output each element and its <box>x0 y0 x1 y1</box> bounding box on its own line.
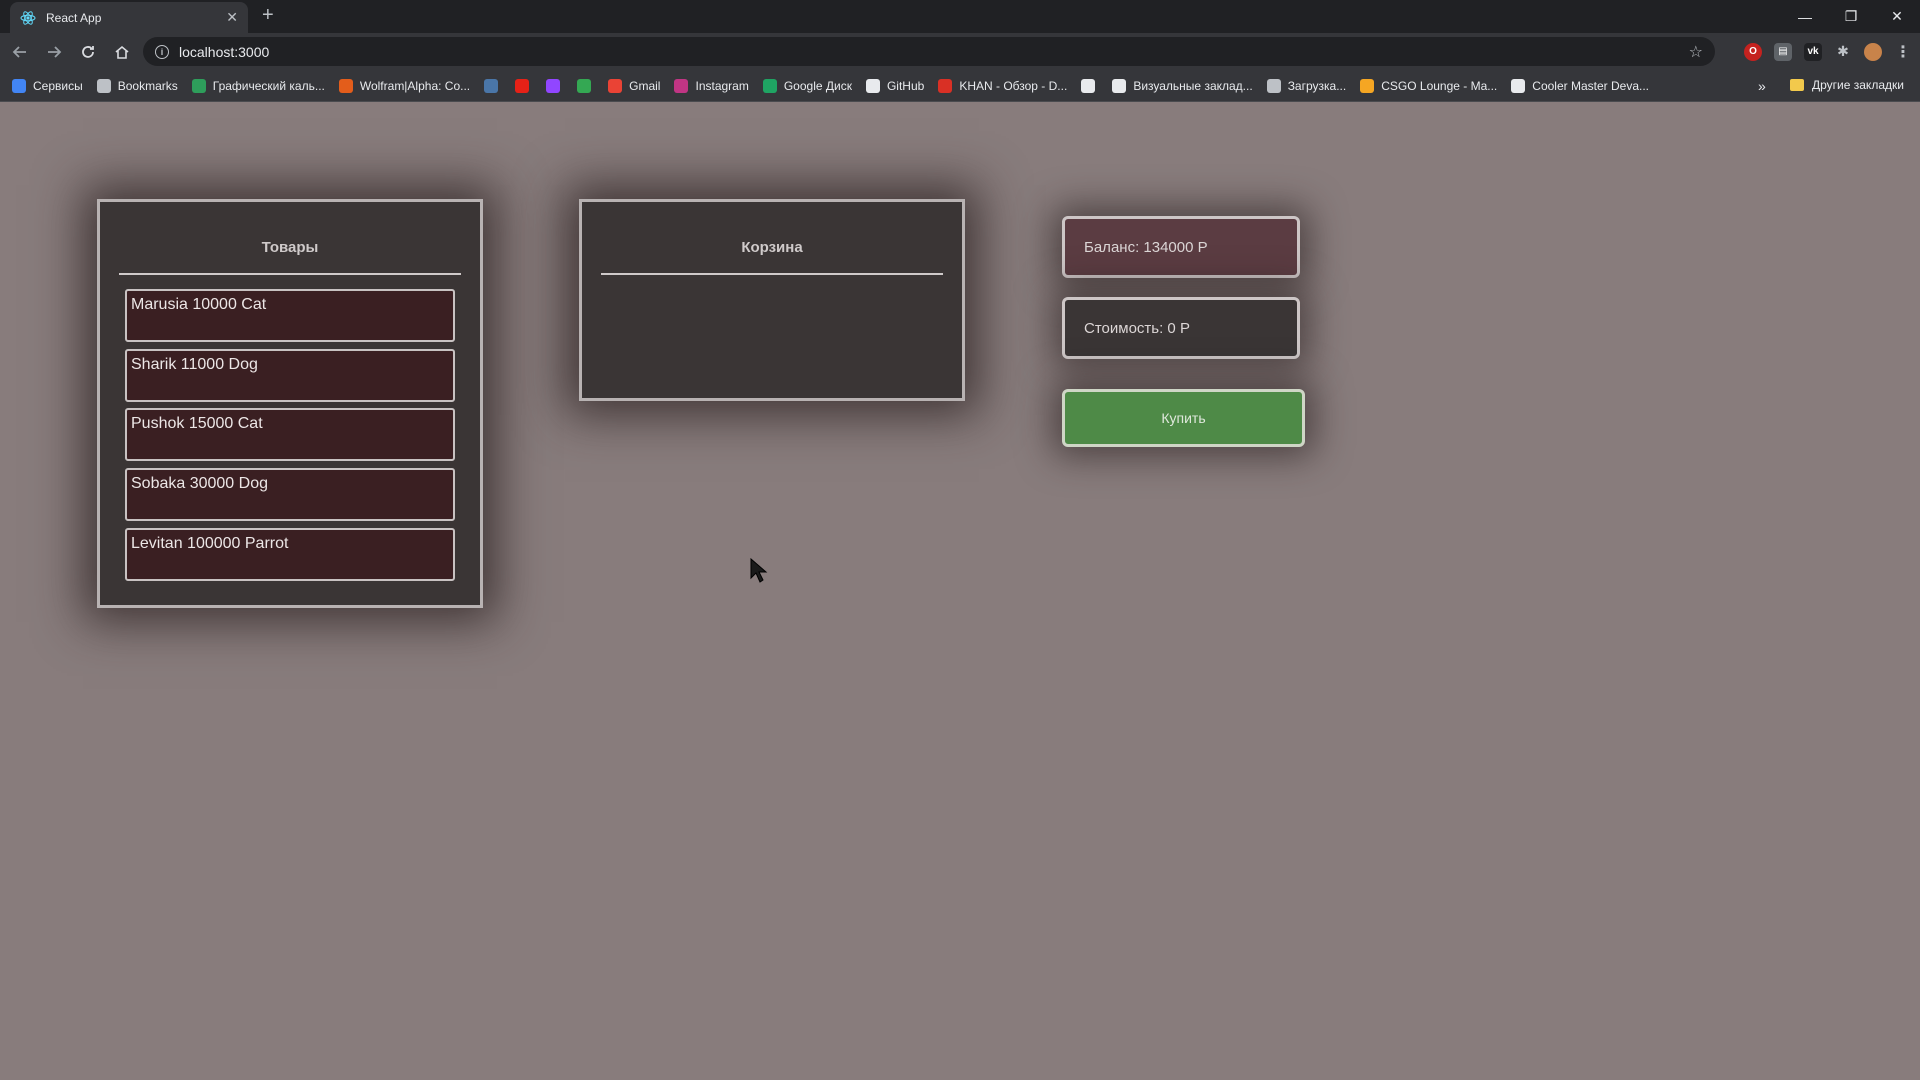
home-icon[interactable] <box>108 38 136 66</box>
bookmark-label: GitHub <box>886 78 925 93</box>
bookmark-label: Bookmarks <box>117 78 178 93</box>
puzzle-icon[interactable]: ✱ <box>1834 43 1852 61</box>
twitch-icon <box>546 78 561 93</box>
bookmark-item[interactable]: KHAN - Обзор - D... <box>938 78 1068 93</box>
instagram-icon <box>674 78 689 93</box>
bookmark-star-icon[interactable]: ☆ <box>1689 42 1703 62</box>
bookmark-label: Визуальные заклад... <box>1133 78 1253 93</box>
bookmarks-bar: Сервисы Bookmarks Графический каль... Wolfr… <box>0 70 1920 102</box>
bookmark-label: Gmail <box>629 78 661 93</box>
url-text: localhost:3000 <box>179 43 270 60</box>
close-window-icon[interactable]: ✕ <box>1874 0 1920 33</box>
bookmark-item[interactable] <box>484 78 505 93</box>
other-bookmarks-folder[interactable]: Другие закладки <box>1790 78 1904 92</box>
browser-tab-strip: React App ✕ + — ❐ ✕ <box>0 0 1920 33</box>
forward-arrow-icon[interactable] <box>40 38 68 66</box>
avatar[interactable] <box>1864 42 1882 61</box>
goods-item[interactable]: Marusia 10000 Cat <box>125 289 455 342</box>
bookmark-label: Wolfram|Alpha: Co... <box>359 78 471 93</box>
browser-toolbar: i localhost:3000 ☆ O ▤ vk ✱ ⋮ <box>0 33 1920 70</box>
buy-button[interactable]: Купить <box>1062 389 1305 447</box>
balance-display: Баланс: 134000 Р <box>1062 216 1300 278</box>
bookmark-item[interactable] <box>577 78 598 93</box>
vk-extension-icon[interactable]: vk <box>1804 42 1822 61</box>
bookmark-item[interactable]: Визуальные заклад... <box>1112 78 1253 93</box>
address-bar[interactable]: i localhost:3000 ☆ <box>143 37 1715 66</box>
bookmark-item[interactable] <box>546 78 567 93</box>
bookmark-item[interactable]: Google Диск <box>762 78 852 93</box>
bookmark-item[interactable] <box>1081 78 1102 93</box>
gmail-icon <box>608 78 623 93</box>
bookmark-item[interactable]: Cooler Master Deva... <box>1511 78 1649 93</box>
window-controls: — ❐ ✕ <box>1782 0 1920 33</box>
goods-item[interactable]: Sharik 11000 Dog <box>125 349 455 402</box>
cooler-master-icon <box>1511 78 1526 93</box>
globe-icon <box>1081 78 1096 93</box>
bookmark-item[interactable]: Сервисы <box>12 78 83 93</box>
cart-title: Корзина <box>601 202 943 275</box>
bookmark-item[interactable]: GitHub <box>865 78 925 93</box>
bookmark-item[interactable]: CSGO Lounge - Ma... <box>1360 78 1498 93</box>
folder-icon <box>1790 79 1804 91</box>
gear-icon <box>1266 78 1281 93</box>
back-arrow-icon[interactable] <box>6 38 34 66</box>
bookmark-item[interactable]: Графический каль... <box>191 78 325 93</box>
site-info-icon[interactable]: i <box>155 44 169 59</box>
wolfram-icon <box>338 78 353 93</box>
bookmark-item[interactable]: Instagram <box>674 78 749 93</box>
minimize-icon[interactable]: — <box>1782 0 1828 33</box>
goods-item[interactable]: Pushok 15000 Cat <box>125 408 455 461</box>
tab-title: React App <box>46 10 102 25</box>
bookmark-item[interactable]: Gmail <box>608 78 661 93</box>
apps-grid-icon <box>12 78 26 93</box>
menu-kebab-icon[interactable]: ⋮ <box>1894 43 1912 61</box>
goods-item[interactable]: Sobaka 30000 Dog <box>125 468 455 521</box>
bookmark-label: KHAN - Обзор - D... <box>959 78 1068 93</box>
cart-panel: Корзина <box>579 199 965 401</box>
bookmark-label: Графический каль... <box>212 78 325 93</box>
bookmark-label: Cooler Master Deva... <box>1532 78 1649 93</box>
bookmark-label: CSGO Lounge - Ma... <box>1381 78 1498 93</box>
globe-icon <box>1112 78 1127 93</box>
goods-panel: Товары Marusia 10000 Cat Sharik 11000 Do… <box>97 199 483 608</box>
new-tab-button[interactable]: + <box>262 4 274 27</box>
bookmark-label: Google Диск <box>783 78 852 93</box>
opera-extension-icon[interactable]: O <box>1744 42 1762 61</box>
csgo-icon <box>1360 78 1375 93</box>
other-bookmarks-label: Другие закладки <box>1812 78 1904 92</box>
star-icon <box>96 78 111 93</box>
goods-item[interactable]: Levitan 100000 Parrot <box>125 528 455 581</box>
bookmark-label: Instagram <box>695 78 749 93</box>
cost-display: Стоимость: 0 Р <box>1062 297 1300 359</box>
restore-icon[interactable]: ❐ <box>1828 0 1874 33</box>
google-drive-icon <box>762 78 777 93</box>
colorful-icon <box>577 78 592 93</box>
khan-icon <box>938 78 953 93</box>
close-tab-icon[interactable]: ✕ <box>226 9 238 26</box>
mouse-cursor-icon <box>750 558 768 583</box>
extensions-area: O ▤ vk ✱ ⋮ <box>1744 37 1912 66</box>
react-icon <box>20 10 36 25</box>
github-icon <box>865 78 880 93</box>
bookmark-item[interactable]: Загрузка... <box>1266 78 1347 93</box>
bookmark-item[interactable]: Bookmarks <box>96 78 178 93</box>
vk-icon <box>484 78 499 93</box>
extension-icon[interactable]: ▤ <box>1774 42 1792 61</box>
bookmark-label: Сервисы <box>33 78 83 93</box>
goods-title: Товары <box>119 202 461 275</box>
bookmark-item[interactable]: Wolfram|Alpha: Co... <box>338 78 471 93</box>
reload-icon[interactable] <box>74 38 102 66</box>
bookmark-item[interactable] <box>515 78 536 93</box>
graph-icon <box>191 78 206 93</box>
bookmark-label: Загрузка... <box>1287 78 1347 93</box>
more-bookmarks-button[interactable]: » <box>1758 78 1766 94</box>
youtube-icon <box>515 78 530 93</box>
browser-tab[interactable]: React App ✕ <box>10 2 248 33</box>
